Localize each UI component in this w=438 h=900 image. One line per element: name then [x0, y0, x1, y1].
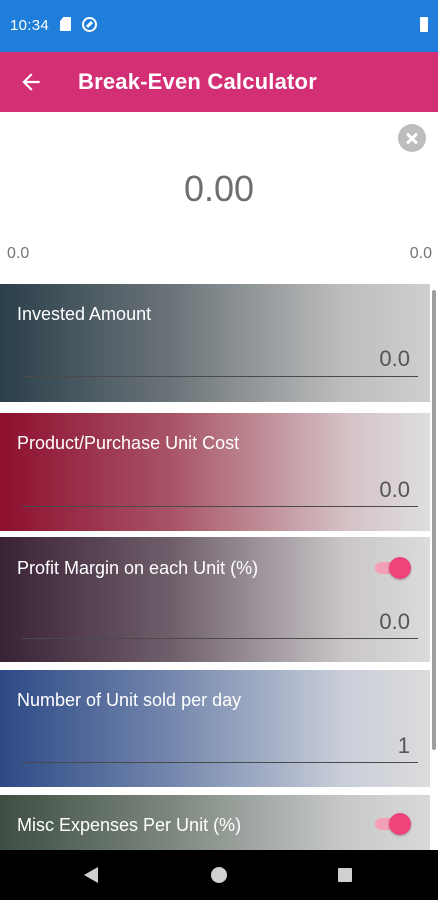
clear-icon[interactable] — [398, 124, 426, 152]
system-nav-bar — [0, 850, 438, 900]
profit-margin-label: Profit Margin on each Unit (%) — [17, 558, 259, 578]
app-bar: Break-Even Calculator — [0, 52, 438, 112]
unit-cost-card: Product/Purchase Unit Cost 0.0 — [0, 413, 430, 531]
misc-expenses-card: Misc Expenses Per Unit (%) — [0, 795, 430, 850]
invested-amount-input[interactable]: 0.0 — [379, 346, 410, 372]
back-arrow-icon[interactable] — [18, 69, 44, 95]
input-underline — [22, 762, 418, 763]
nav-recents-icon[interactable] — [338, 868, 352, 882]
scrollbar[interactable] — [432, 290, 436, 750]
nav-back-icon[interactable] — [84, 867, 98, 883]
nav-home-icon[interactable] — [211, 867, 227, 883]
result-right-value: 0.0 — [409, 245, 432, 262]
status-bar: 10:34 — [0, 0, 438, 52]
misc-expenses-label: Misc Expenses Per Unit (%) — [17, 815, 242, 835]
result-display: 0.00 0.0 0.0 — [0, 112, 438, 283]
battery-icon — [420, 17, 428, 32]
invested-amount-label: Invested Amount — [17, 304, 152, 324]
unit-cost-input[interactable]: 0.0 — [379, 477, 410, 503]
misc-expenses-toggle[interactable] — [375, 813, 411, 835]
result-value: 0.00 — [183, 168, 255, 209]
data-saver-icon — [82, 17, 97, 32]
input-underline — [22, 506, 418, 507]
profit-margin-input[interactable]: 0.0 — [379, 609, 410, 635]
profit-margin-card: Profit Margin on each Unit (%) 0.0 — [0, 537, 430, 662]
page-title: Break-Even Calculator — [78, 69, 317, 94]
input-underline — [22, 376, 418, 377]
status-time: 10:34 — [10, 17, 50, 34]
units-sold-input[interactable]: 1 — [398, 733, 410, 759]
toggle-thumb — [389, 557, 411, 579]
units-sold-card: Number of Unit sold per day 1 — [0, 670, 430, 787]
unit-cost-label: Product/Purchase Unit Cost — [17, 433, 240, 453]
invested-amount-card: Invested Amount 0.0 — [0, 284, 430, 402]
toggle-thumb — [389, 813, 411, 835]
units-sold-label: Number of Unit sold per day — [17, 690, 242, 710]
result-left-value: 0.0 — [7, 245, 30, 262]
sim-card-icon — [60, 17, 71, 31]
profit-margin-toggle[interactable] — [375, 557, 411, 579]
input-underline — [22, 638, 418, 639]
